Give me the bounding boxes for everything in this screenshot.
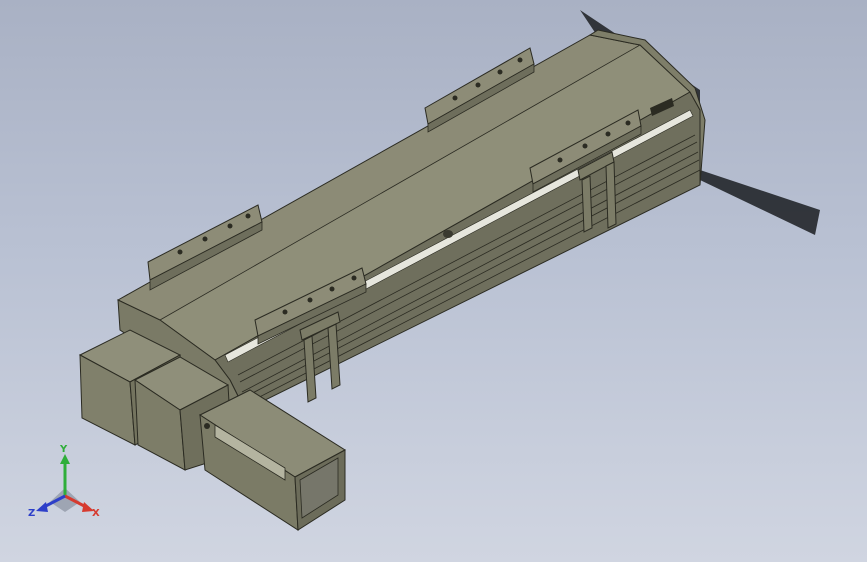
z-arrow-icon <box>36 502 48 512</box>
z-axis-label: Z <box>28 508 35 519</box>
cad-viewport[interactable]: Y X Z <box>0 0 867 562</box>
y-axis-label: Y <box>59 444 68 455</box>
model-view[interactable] <box>0 0 867 562</box>
side-hole <box>443 230 453 238</box>
y-arrow-icon <box>60 454 70 464</box>
x-axis-label: X <box>92 508 100 519</box>
orientation-triad[interactable]: Y X Z <box>20 440 110 530</box>
